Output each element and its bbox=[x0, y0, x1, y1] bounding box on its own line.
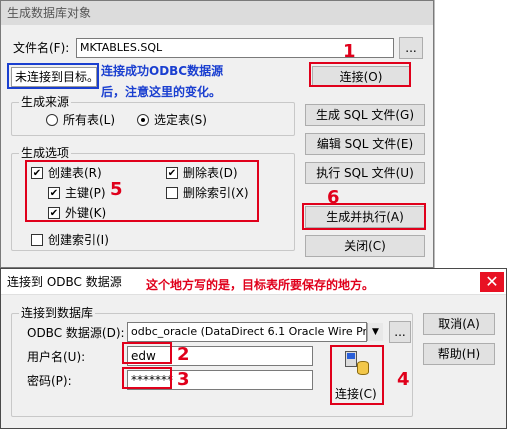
help-button[interactable]: 帮助(H) bbox=[423, 343, 495, 365]
radio-all-tables-label[interactable]: 所有表(L) bbox=[63, 113, 115, 127]
annotation-number-3: 3 bbox=[177, 369, 190, 390]
edit-sql-file-button[interactable]: 编辑 SQL 文件(E) bbox=[305, 133, 425, 155]
close-icon: ✕ bbox=[485, 272, 499, 291]
odbc-browse-button[interactable]: ... bbox=[389, 321, 411, 343]
annotation-note-line1: 连接成功ODBC数据源 bbox=[101, 64, 224, 78]
dialog1-title: 生成数据库对象 bbox=[7, 6, 92, 20]
dialog2-title: 连接到 ODBC 数据源 bbox=[7, 275, 122, 289]
annotation-number-5: 5 bbox=[110, 179, 123, 200]
username-label: 用户名(U): bbox=[27, 350, 86, 364]
annotation-number-1: 1 bbox=[343, 41, 356, 62]
odbc-source-select[interactable]: odbc_oracle (DataDirect 6.1 Oracle Wire … bbox=[127, 322, 367, 342]
annotation-blue-box-status bbox=[7, 63, 99, 89]
filename-browse-button[interactable]: ... bbox=[399, 37, 423, 59]
annotation-red-box-username bbox=[122, 342, 172, 364]
dialog1-titlebar: 生成数据库对象 bbox=[1, 1, 433, 25]
annotation-red-box-odbc-connect bbox=[330, 345, 384, 405]
odbc-source-label: ODBC 数据源(D): bbox=[27, 326, 125, 340]
radio-selected-tables-label[interactable]: 选定表(S) bbox=[154, 113, 207, 127]
annotation-red-box-connect bbox=[309, 62, 411, 87]
options-group-label: 生成选项 bbox=[19, 146, 72, 160]
generate-sql-file-button[interactable]: 生成 SQL 文件(G) bbox=[305, 104, 425, 126]
chk-create-index-label[interactable]: 创建索引(I) bbox=[48, 233, 109, 247]
connect-db-group-label: 连接到数据库 bbox=[19, 306, 96, 320]
execute-sql-file-button[interactable]: 执行 SQL 文件(U) bbox=[305, 162, 425, 184]
chk-create-index[interactable] bbox=[31, 234, 43, 246]
filename-label: 文件名(F): bbox=[13, 41, 70, 55]
background-window-edge bbox=[434, 0, 507, 268]
annotation-red-box-options bbox=[25, 160, 259, 222]
radio-all-tables[interactable] bbox=[46, 114, 58, 126]
annotation-red-box-password bbox=[122, 367, 172, 389]
annotation-red-box-gen-exec bbox=[302, 203, 426, 230]
annotation-note-bottom: 这个地方写的是，目标表所要保存的地方。 bbox=[146, 278, 375, 292]
password-label: 密码(P): bbox=[27, 374, 72, 388]
dialog2-close-button[interactable]: ✕ bbox=[480, 272, 504, 292]
chevron-down-icon[interactable]: ▼ bbox=[367, 323, 383, 341]
annotation-note-line2: 后，注意这里的变化。 bbox=[101, 85, 222, 99]
close-button[interactable]: 关闭(C) bbox=[305, 235, 425, 257]
annotation-number-4: 4 bbox=[397, 369, 410, 390]
annotation-number-2: 2 bbox=[177, 344, 190, 365]
source-group-label: 生成来源 bbox=[19, 95, 72, 109]
radio-selected-tables[interactable] bbox=[137, 114, 149, 126]
cancel-button[interactable]: 取消(A) bbox=[423, 313, 495, 335]
